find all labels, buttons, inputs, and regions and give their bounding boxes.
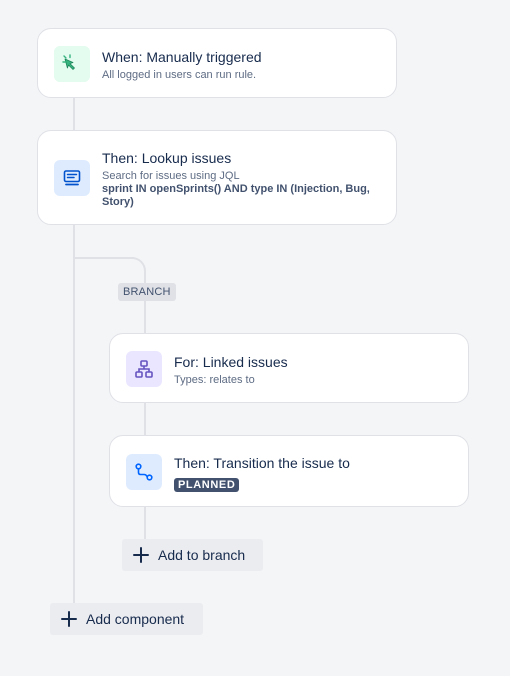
connector-line xyxy=(73,97,75,131)
hierarchy-icon xyxy=(126,351,162,387)
monitor-search-icon xyxy=(54,160,90,196)
trigger-subtitle: All logged in users can run rule. xyxy=(102,69,257,81)
transition-issue-card[interactable]: Then: Transition the issue to PLANNED xyxy=(109,435,469,507)
lookup-issues-card[interactable]: Then: Lookup issues Search for issues us… xyxy=(37,130,397,225)
linked-issues-card[interactable]: For: Linked issues Types: relates to xyxy=(109,333,469,403)
branch-badge: BRANCH xyxy=(118,283,176,301)
cursor-click-icon xyxy=(54,46,90,82)
transition-path-icon xyxy=(126,454,162,490)
transition-title: Then: Transition the issue to xyxy=(174,455,350,471)
add-component-button[interactable]: Add component xyxy=(50,603,203,635)
branch-connector xyxy=(144,301,146,335)
linked-issues-title: For: Linked issues xyxy=(174,354,288,370)
trigger-card[interactable]: When: Manually triggered All logged in u… xyxy=(37,28,397,98)
add-to-branch-button[interactable]: Add to branch xyxy=(122,539,263,571)
status-lozenge: PLANNED xyxy=(174,478,240,492)
plus-icon xyxy=(61,611,77,627)
connector-line xyxy=(73,224,75,606)
linked-issues-subtitle: Types: relates to xyxy=(174,374,255,386)
plus-icon xyxy=(133,547,149,563)
transition-status-wrapper: PLANNED xyxy=(174,475,240,493)
branch-connector-curve xyxy=(126,257,146,277)
branch-connector xyxy=(144,506,146,540)
branch-connector xyxy=(144,402,146,437)
lookup-title: Then: Lookup issues xyxy=(102,150,232,166)
lookup-description: Search for issues using JQL xyxy=(102,170,240,182)
jql-query: sprint IN openSprints() AND type IN (Inj… xyxy=(102,183,370,208)
add-to-branch-label: Add to branch xyxy=(158,547,246,563)
trigger-title: When: Manually triggered xyxy=(102,49,262,65)
branch-connector xyxy=(74,257,134,259)
add-component-label: Add component xyxy=(86,611,185,627)
lookup-subtitle: Search for issues using JQL sprint IN op… xyxy=(102,170,377,209)
